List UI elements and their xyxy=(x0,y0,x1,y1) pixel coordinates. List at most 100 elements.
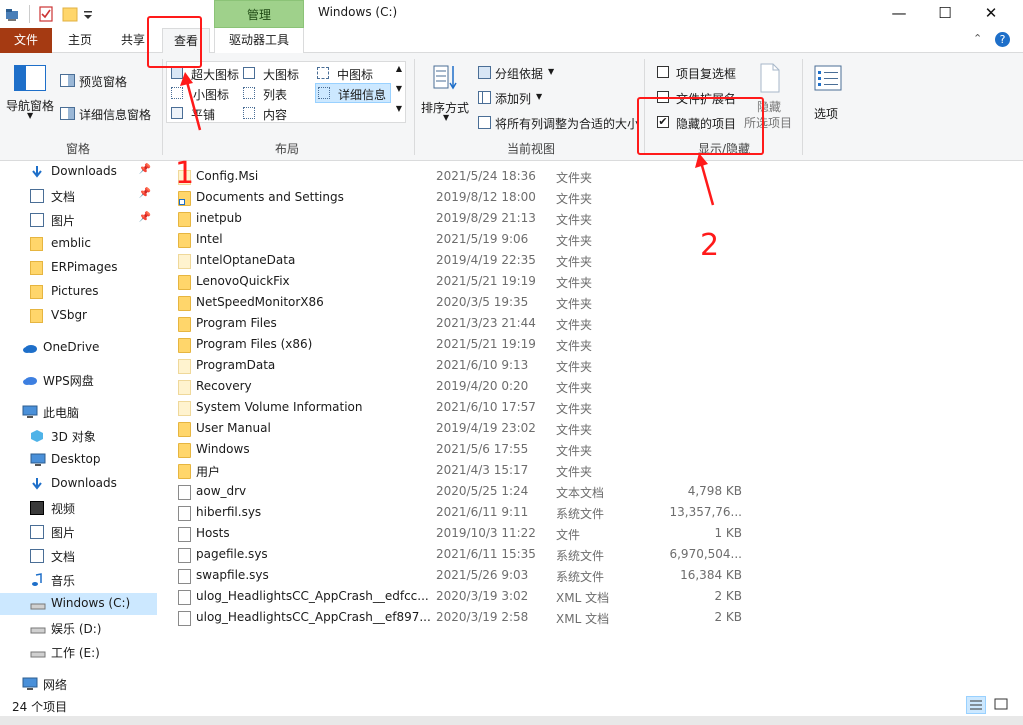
file-name: pagefile.sys xyxy=(196,547,268,561)
nav-item-label: WPS网盘 xyxy=(43,374,94,388)
chevron-down-icon: ▼ xyxy=(548,67,555,76)
nav-item[interactable]: 3D 对象 xyxy=(0,425,157,447)
nav-pane-button[interactable]: 导航窗格 ▼ xyxy=(4,61,56,121)
nav-item[interactable]: OneDrive xyxy=(0,337,157,359)
nav-item[interactable]: 工作 (E:) xyxy=(0,641,157,663)
nav-item[interactable]: 文档 📌 xyxy=(0,185,157,207)
file-row[interactable]: Config.Msi 2021/5/24 18:36 文件夹 xyxy=(170,167,770,188)
file-type: 文件夹 xyxy=(556,318,593,332)
properties-icon[interactable] xyxy=(38,5,54,23)
nav-item[interactable]: 此电脑 xyxy=(0,401,157,423)
file-row[interactable]: ProgramData 2021/6/10 9:13 文件夹 xyxy=(170,356,770,377)
file-row[interactable]: Windows 2021/5/6 17:55 文件夹 xyxy=(170,440,770,461)
details-view-button[interactable] xyxy=(966,696,986,714)
nav-item[interactable]: 视频 xyxy=(0,497,157,519)
layout-large-icons[interactable]: 大图标 xyxy=(243,64,315,82)
nav-item[interactable]: Desktop xyxy=(0,449,157,471)
nav-item[interactable]: emblic xyxy=(0,233,157,255)
gallery-scroll-down-icon[interactable]: ▼ xyxy=(396,84,402,93)
add-column-button[interactable]: 添加列 ▼ xyxy=(476,88,566,108)
list-icon xyxy=(243,87,255,99)
gallery-expand-icon[interactable]: ▼ xyxy=(396,104,402,113)
explorer-icon[interactable] xyxy=(5,5,21,23)
details-pane-button[interactable]: 详细信息窗格 xyxy=(60,104,154,124)
nav-item[interactable]: Downloads xyxy=(0,473,157,495)
nav-item-label: 此电脑 xyxy=(43,406,80,420)
group-by-button[interactable]: 分组依据 ▼ xyxy=(476,63,566,83)
folder-icon xyxy=(178,317,191,332)
layout-label: 内容 xyxy=(263,108,288,122)
customize-qa-icon[interactable] xyxy=(82,5,94,23)
file-row[interactable]: pagefile.sys 2021/6/11 15:35 系统文件 6,970,504… xyxy=(170,545,770,566)
layout-content[interactable]: 内容 xyxy=(243,104,315,122)
layout-label: 详细信息 xyxy=(338,88,387,102)
options-button[interactable]: 选项 xyxy=(806,61,850,123)
nav-item[interactable]: 图片 📌 xyxy=(0,209,157,231)
file-row[interactable]: 用户 2021/4/3 15:17 文件夹 xyxy=(170,461,770,482)
sort-by-button[interactable]: 排序方式 ▼ xyxy=(418,61,474,123)
item-count: 24 个项目 xyxy=(12,700,68,714)
file-row[interactable]: User Manual 2019/4/19 23:02 文件夹 xyxy=(170,419,770,440)
new-folder-icon[interactable] xyxy=(62,5,78,23)
nav-item[interactable]: VSbgr xyxy=(0,305,157,327)
layout-medium-icons[interactable]: 中图标 xyxy=(317,64,401,82)
gallery-scroll-up-icon[interactable]: ▲ xyxy=(396,64,402,73)
file-row[interactable]: aow_drv 2020/5/25 1:24 文本文档 4,798 KB xyxy=(170,482,770,503)
nav-item[interactable]: 图片 xyxy=(0,521,157,543)
file-row[interactable]: System Volume Information 2021/6/10 17:57… xyxy=(170,398,770,419)
file-row[interactable]: Hosts 2019/10/3 11:22 文件 1 KB xyxy=(170,524,770,545)
drive-icon xyxy=(30,645,46,659)
pictures-icon xyxy=(30,213,44,227)
help-icon[interactable]: ? xyxy=(995,32,1010,47)
minimize-ribbon-icon[interactable]: ⌃ xyxy=(973,32,982,45)
file-row[interactable]: swapfile.sys 2021/5/26 9:03 系统文件 16,384 KB xyxy=(170,566,770,587)
file-row[interactable]: Recovery 2019/4/20 0:20 文件夹 xyxy=(170,377,770,398)
pin-icon[interactable]: 📌 xyxy=(139,212,151,223)
nav-item[interactable]: ERPimages xyxy=(0,257,157,279)
hidden-folder-icon xyxy=(178,401,191,416)
nav-item[interactable]: Downloads 📌 xyxy=(0,161,157,183)
nav-item[interactable]: 娱乐 (D:) xyxy=(0,617,157,639)
large-icons-view-button[interactable] xyxy=(992,696,1012,714)
nav-item[interactable]: WPS网盘 xyxy=(0,369,157,391)
layout-list[interactable]: 列表 xyxy=(243,84,315,102)
item-checkboxes-toggle[interactable]: 项目复选框 xyxy=(656,64,748,82)
file-row[interactable]: NetSpeedMonitorX86 2020/3/5 19:35 文件夹 xyxy=(170,293,770,314)
file-type: 文件夹 xyxy=(556,423,593,437)
pin-icon[interactable]: 📌 xyxy=(139,164,151,175)
file-row[interactable]: LenovoQuickFix 2021/5/21 19:19 文件夹 xyxy=(170,272,770,293)
ribbon-separator xyxy=(162,59,163,155)
nav-item[interactable]: 文档 xyxy=(0,545,157,567)
file-size: 1 KB xyxy=(714,526,742,540)
tab-file[interactable]: 文件 xyxy=(0,28,52,53)
file-row[interactable]: IntelOptaneData 2019/4/19 22:35 文件夹 xyxy=(170,251,770,272)
preview-pane-button[interactable]: 预览窗格 xyxy=(60,71,154,91)
file-row[interactable]: ulog_HeadlightsCC_AppCrash__edfcc... 2020… xyxy=(170,587,770,608)
file-row[interactable]: ulog_HeadlightsCC_AppCrash__ef897... 2020… xyxy=(170,608,770,629)
tab-drive-tools[interactable]: 驱动器工具 xyxy=(214,28,304,53)
pin-icon[interactable]: 📌 xyxy=(139,188,151,199)
file-row[interactable]: hiberfil.sys 2021/6/11 9:11 系统文件 13,357,76.… xyxy=(170,503,770,524)
layout-label: 中图标 xyxy=(337,68,374,82)
nav-item[interactable]: Pictures xyxy=(0,281,157,303)
system-file-icon xyxy=(178,506,191,521)
file-row[interactable]: inetpub 2019/8/29 21:13 文件夹 xyxy=(170,209,770,230)
file-row[interactable]: Program Files 2021/3/23 21:44 文件夹 xyxy=(170,314,770,335)
layout-details[interactable]: 详细信息 xyxy=(315,83,391,103)
tab-home[interactable]: 主页 xyxy=(56,28,104,53)
file-row[interactable]: Program Files (x86) 2021/5/21 19:19 文件夹 xyxy=(170,335,770,356)
item-checkboxes-checkbox[interactable] xyxy=(657,66,669,78)
file-row[interactable]: Intel 2021/5/19 9:06 文件夹 xyxy=(170,230,770,251)
maximize-button[interactable]: ☐ xyxy=(922,0,968,28)
file-size: 2 KB xyxy=(714,610,742,624)
xml-file-icon xyxy=(178,590,191,605)
nav-item[interactable]: 音乐 xyxy=(0,569,157,591)
hidden-folder-icon xyxy=(178,254,191,269)
file-row[interactable]: Documents and Settings 2019/8/12 18:00 文件夹 xyxy=(170,188,770,209)
close-button[interactable]: ✕ xyxy=(968,0,1014,28)
nav-item[interactable]: 网络 xyxy=(0,673,157,695)
minimize-button[interactable]: — xyxy=(876,0,922,28)
file-name: Recovery xyxy=(196,379,252,393)
nav-item[interactable]: Windows (C:) xyxy=(0,593,157,615)
fit-columns-button[interactable]: 将所有列调整为合适的大小 xyxy=(476,113,638,133)
